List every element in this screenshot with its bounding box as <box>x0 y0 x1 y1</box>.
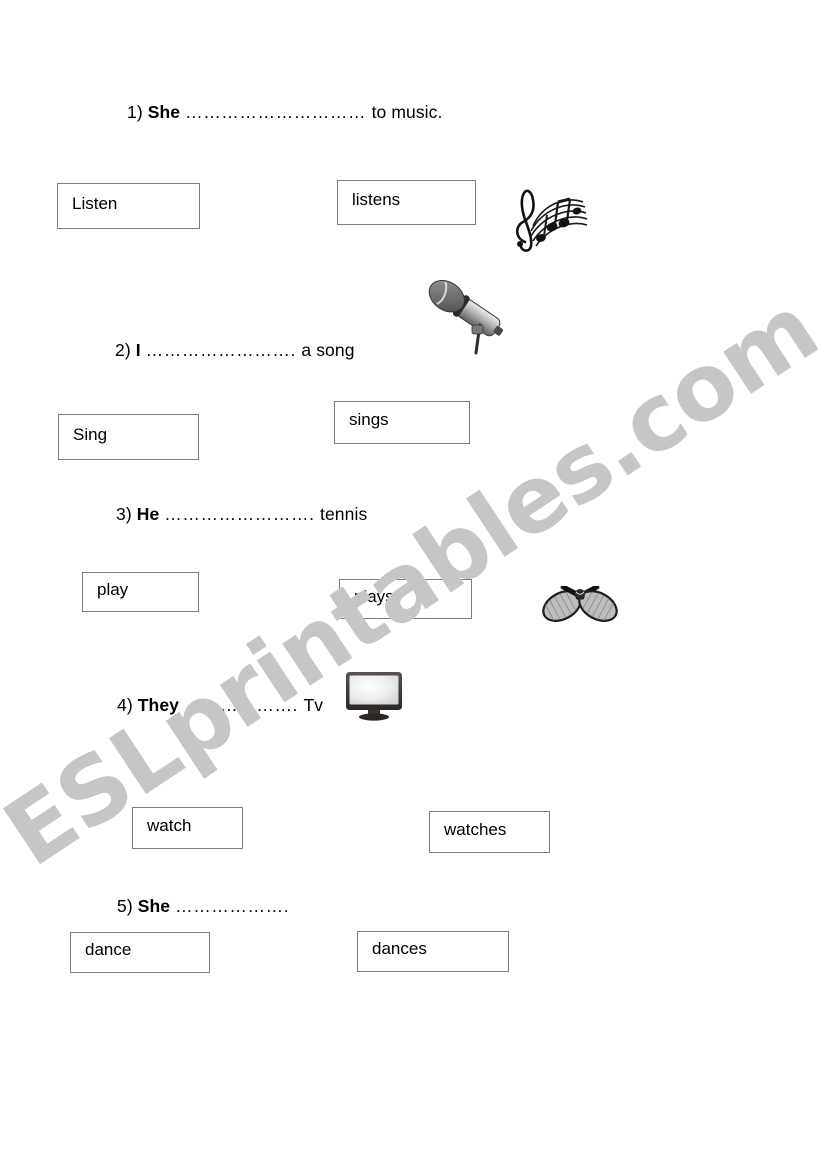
question-4-number: 4) <box>117 695 138 715</box>
question-2-choice-1[interactable]: Sing <box>58 414 199 460</box>
question-1-choice-1[interactable]: Listen <box>57 183 200 229</box>
question-5-number: 5) <box>117 896 138 916</box>
television-icon <box>345 671 403 721</box>
question-3-tail: tennis <box>320 504 368 524</box>
question-1-choice-2-label: listens <box>352 190 401 209</box>
question-5-choice-2-label: dances <box>372 939 427 958</box>
microphone-icon <box>420 275 515 360</box>
question-3-blank: ……………………. <box>164 504 321 524</box>
question-1-blank: ………………………… <box>185 102 372 122</box>
question-2-tail: a song <box>301 340 355 360</box>
worksheet-page: 1) She ………………………… to music. Listen liste… <box>0 0 821 1161</box>
question-3-number: 3) <box>116 504 137 524</box>
question-5-choice-2[interactable]: dances <box>357 931 509 972</box>
question-2-choice-1-label: Sing <box>73 424 108 444</box>
question-4-subject: They <box>137 695 184 715</box>
question-4-choice-1[interactable]: watch <box>132 807 243 849</box>
question-3-choice-2-label: plays <box>354 586 394 606</box>
question-2-subject: I <box>135 340 146 360</box>
question-4-prompt: 4) They ………………. Tv <box>117 695 323 716</box>
question-1-prompt: 1) She ………………………… to music. <box>127 102 442 123</box>
question-3-choice-1-label: play <box>97 579 129 599</box>
question-2-blank: ……………………. <box>145 340 302 360</box>
question-5-choice-1-label: dance <box>85 940 132 959</box>
question-5-subject: She <box>137 896 176 916</box>
question-4-blank: ………………. <box>183 695 304 715</box>
question-4-tail: Tv <box>303 695 324 715</box>
question-1-tail: to music. <box>371 102 443 122</box>
question-1-choice-1-label: Listen <box>72 193 118 213</box>
question-2-prompt: 2) I ……………………. a song <box>115 340 355 361</box>
question-4-choice-1-label: watch <box>147 815 192 835</box>
question-4-choice-2-label: watches <box>444 819 507 839</box>
question-5-blank: ………………. <box>175 896 290 916</box>
question-1-number: 1) <box>127 102 148 122</box>
question-2-number: 2) <box>115 340 136 360</box>
question-3-choice-2[interactable]: plays <box>339 579 472 619</box>
question-4-choice-2[interactable]: watches <box>429 811 550 853</box>
question-3-choice-1[interactable]: play <box>82 572 199 612</box>
question-3-prompt: 3) He ……………………. tennis <box>116 504 367 525</box>
question-1-subject: She <box>147 102 186 122</box>
question-2-choice-2[interactable]: sings <box>334 401 470 444</box>
question-5-choice-1[interactable]: dance <box>70 932 210 973</box>
question-2-choice-2-label: sings <box>349 410 389 429</box>
tennis-rackets-icon <box>532 584 628 642</box>
question-5-prompt: 5) She ………………. <box>117 896 289 917</box>
music-notes-icon <box>503 180 591 252</box>
question-1-choice-2[interactable]: listens <box>337 180 476 225</box>
question-3-subject: He <box>136 504 165 524</box>
